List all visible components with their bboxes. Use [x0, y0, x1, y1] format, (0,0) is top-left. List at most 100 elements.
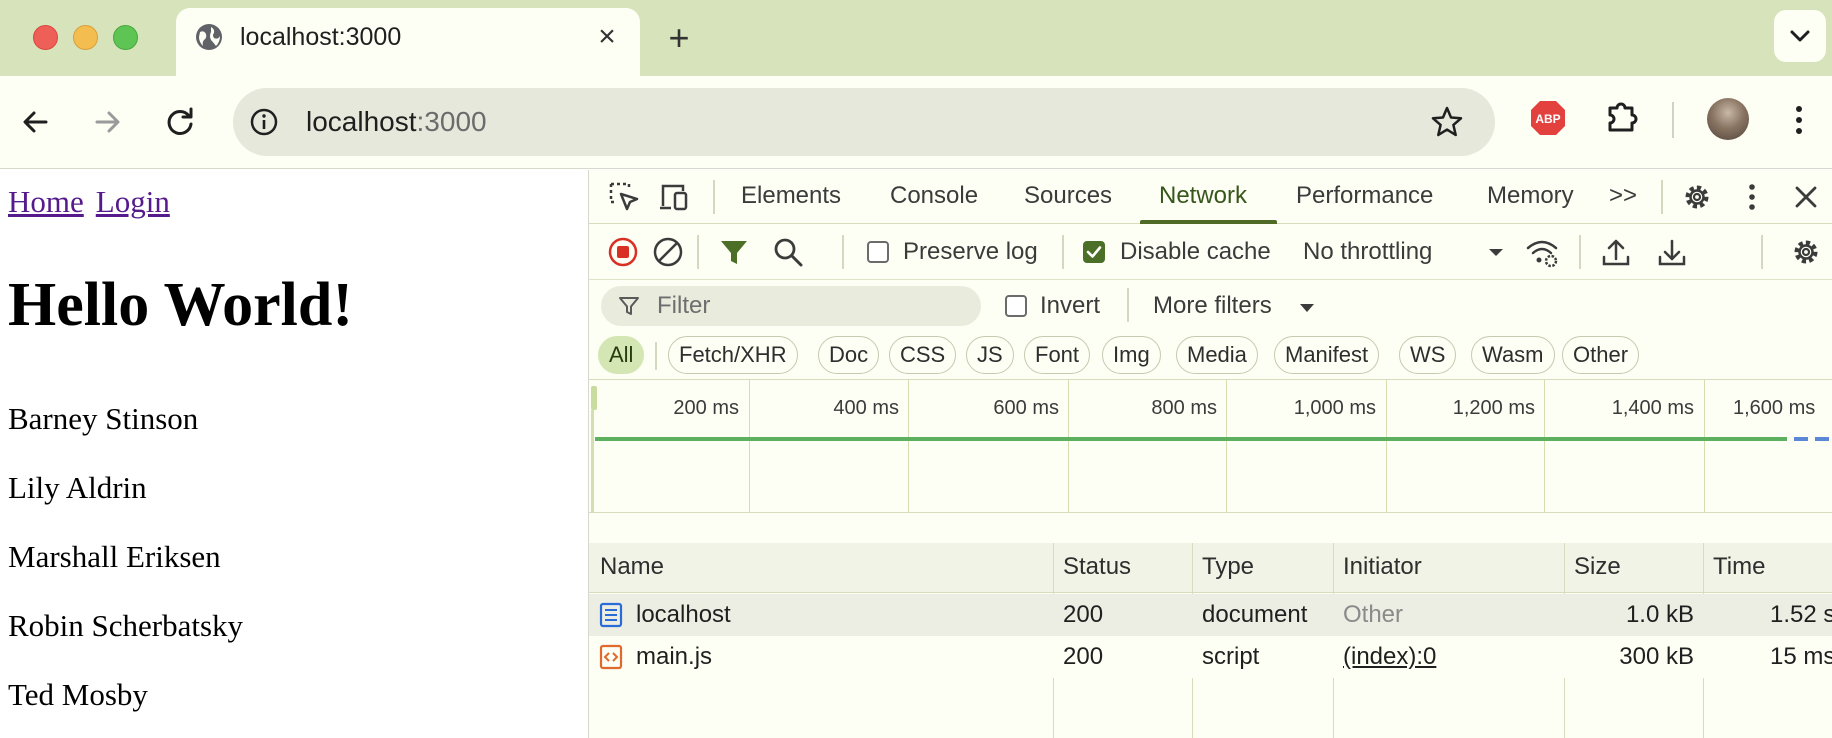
- throttling-select[interactable]: No throttling: [1303, 238, 1432, 266]
- profile-avatar[interactable]: [1707, 98, 1749, 140]
- close-window-button[interactable]: [33, 25, 58, 50]
- list-item: Robin Scherbatsky: [8, 608, 244, 643]
- column-size[interactable]: Size: [1574, 553, 1621, 581]
- request-size: 300 kB: [1619, 643, 1694, 670]
- column-initiator[interactable]: Initiator: [1343, 553, 1422, 581]
- more-filters-button[interactable]: More filters: [1153, 292, 1272, 320]
- new-tab-button[interactable]: +: [660, 20, 698, 58]
- chip-doc[interactable]: Doc: [818, 336, 880, 374]
- tab-elements[interactable]: Elements: [741, 182, 841, 210]
- request-name[interactable]: main.js: [636, 643, 712, 671]
- request-initiator-link[interactable]: (index):0: [1343, 643, 1436, 671]
- filter-icon: [619, 297, 639, 315]
- overview-tick-label: 1,200 ms: [1452, 397, 1535, 419]
- toolbar-separator: [1062, 235, 1064, 269]
- chip-all[interactable]: All: [598, 336, 645, 374]
- clear-log-icon[interactable]: [651, 235, 685, 269]
- tab-sources[interactable]: Sources: [1024, 182, 1112, 210]
- toolbar-divider: [1672, 102, 1674, 138]
- tab-performance[interactable]: Performance: [1296, 182, 1433, 210]
- page-nav: Home Login: [8, 184, 182, 220]
- table-row[interactable]: localhost 200 document Other 1.0 kB 1.52…: [589, 594, 1832, 636]
- chip-img[interactable]: Img: [1102, 336, 1161, 374]
- column-name[interactable]: Name: [600, 553, 664, 581]
- site-info-icon[interactable]: [249, 107, 279, 137]
- chip-css[interactable]: CSS: [889, 336, 957, 374]
- maximize-window-button[interactable]: [113, 25, 138, 50]
- toolbar-separator: [1761, 235, 1763, 269]
- column-type[interactable]: Type: [1202, 553, 1254, 581]
- tab-network[interactable]: Network: [1159, 182, 1247, 210]
- import-har-icon[interactable]: [1599, 235, 1633, 269]
- overview-request-bar: [1794, 437, 1808, 441]
- dropdown-arrow-icon[interactable]: [1479, 235, 1513, 269]
- column-status[interactable]: Status: [1063, 553, 1131, 581]
- filter-funnel-icon[interactable]: [717, 235, 751, 269]
- browser-tab[interactable]: localhost:3000 ×: [176, 8, 640, 76]
- forward-arrow-icon[interactable]: [85, 100, 129, 144]
- overview-handle[interactable]: [591, 386, 597, 410]
- inspect-element-icon[interactable]: [607, 180, 641, 214]
- people-list: Barney Stinson Lily Aldrin Marshall Erik…: [8, 384, 243, 729]
- invert-checkbox[interactable]: [1005, 295, 1027, 317]
- overview-grid-line: [1544, 380, 1545, 513]
- network-conditions-icon[interactable]: [1525, 235, 1559, 269]
- chip-ws[interactable]: WS: [1399, 336, 1457, 374]
- reload-icon[interactable]: [158, 100, 202, 144]
- adblock-plus-icon[interactable]: ABP: [1529, 99, 1567, 137]
- browser-menu-icon[interactable]: [1785, 100, 1813, 140]
- chip-font[interactable]: Font: [1024, 336, 1091, 374]
- column-time[interactable]: Time: [1713, 553, 1765, 581]
- request-type: document: [1202, 601, 1308, 628]
- filter-input[interactable]: Filter: [601, 286, 981, 326]
- back-arrow-icon[interactable]: [14, 100, 58, 144]
- network-overview[interactable]: 200 ms 400 ms 600 ms 800 ms 1,000 ms 1,2…: [589, 380, 1832, 513]
- tab-separator: [1661, 180, 1663, 214]
- devtools-menu-icon[interactable]: [1735, 180, 1769, 214]
- more-filters-arrow-icon[interactable]: [1297, 298, 1317, 318]
- invert-label: Invert: [1040, 292, 1101, 319]
- device-toolbar-icon[interactable]: [657, 180, 691, 214]
- page-heading: Hello World!: [8, 271, 354, 339]
- minimize-window-button[interactable]: [73, 25, 98, 50]
- request-name[interactable]: localhost: [636, 601, 731, 629]
- chip-manifest[interactable]: Manifest: [1274, 336, 1380, 374]
- overview-grid-line: [749, 380, 750, 513]
- chip-fetch-xhr[interactable]: Fetch/XHR: [668, 336, 798, 374]
- overview-tick-label: 400 ms: [833, 397, 899, 419]
- tab-close-icon[interactable]: ×: [592, 22, 622, 52]
- disable-cache-checkbox[interactable]: [1083, 241, 1105, 263]
- gear-icon[interactable]: [1680, 180, 1714, 214]
- chip-other[interactable]: Other: [1562, 336, 1640, 374]
- tab-memory[interactable]: Memory: [1487, 182, 1574, 210]
- request-initiator: Other: [1343, 601, 1404, 628]
- stop-recording-icon[interactable]: [606, 235, 640, 269]
- overview-tick-label: 1,400 ms: [1611, 397, 1694, 419]
- network-settings-gear-icon[interactable]: [1789, 235, 1823, 269]
- chip-media[interactable]: Media: [1176, 336, 1258, 374]
- filter-toolbar: Filter Invert More filters: [589, 280, 1832, 334]
- search-icon[interactable]: [771, 235, 805, 269]
- preserve-log-label: Preserve log: [903, 238, 1038, 265]
- list-item: Ted Mosby: [8, 677, 148, 712]
- extensions-puzzle-icon[interactable]: [1603, 98, 1641, 136]
- export-har-icon[interactable]: [1655, 235, 1689, 269]
- list-item: Marshall Eriksen: [8, 539, 221, 574]
- address-bar[interactable]: localhost:3000: [233, 88, 1495, 156]
- home-link[interactable]: Home: [8, 184, 84, 219]
- preserve-log-checkbox[interactable]: [867, 241, 889, 263]
- more-tabs-button[interactable]: >>: [1609, 182, 1637, 210]
- chip-wasm[interactable]: Wasm: [1471, 336, 1555, 374]
- table-row[interactable]: main.js 200 script (index):0 300 kB 15 m…: [589, 636, 1832, 678]
- bookmark-star-icon[interactable]: [1429, 104, 1465, 140]
- request-time: 1.52 s: [1770, 601, 1832, 628]
- svg-text:ABP: ABP: [1535, 112, 1560, 126]
- tab-console[interactable]: Console: [890, 182, 978, 210]
- chip-js[interactable]: JS: [966, 336, 1014, 374]
- close-icon[interactable]: [1789, 180, 1823, 214]
- overview-grid-line: [908, 380, 909, 513]
- chip-separator: [655, 342, 657, 370]
- login-link[interactable]: Login: [96, 184, 170, 219]
- tab-search-button[interactable]: [1774, 10, 1826, 62]
- request-size: 1.0 kB: [1625, 601, 1694, 628]
